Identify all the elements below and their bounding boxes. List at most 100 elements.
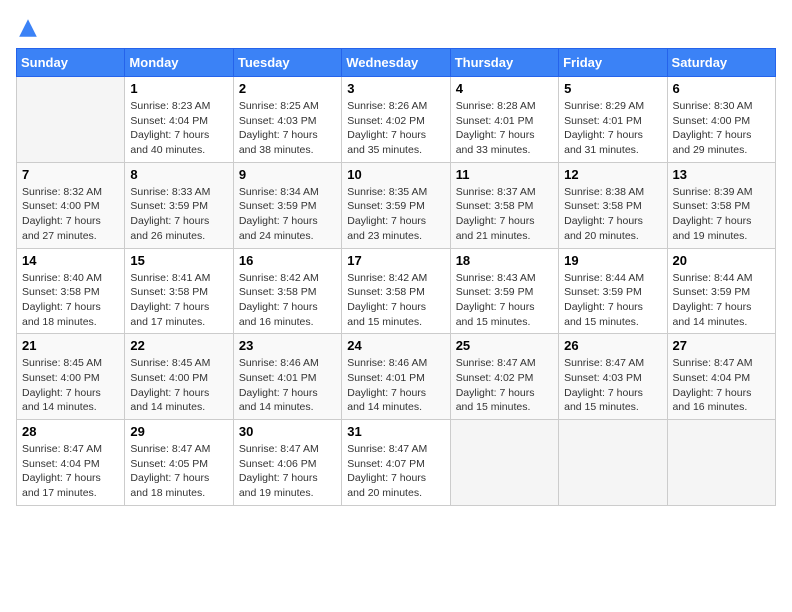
calendar-cell: 4 Sunrise: 8:28 AMSunset: 4:01 PMDaylight… xyxy=(450,77,558,163)
day-number: 6 xyxy=(673,81,770,96)
day-info: Sunrise: 8:38 AMSunset: 3:58 PMDaylight:… xyxy=(564,185,661,244)
day-number: 15 xyxy=(130,253,227,268)
day-info: Sunrise: 8:33 AMSunset: 3:59 PMDaylight:… xyxy=(130,185,227,244)
day-number: 13 xyxy=(673,167,770,182)
calendar-week-row: 7 Sunrise: 8:32 AMSunset: 4:00 PMDaylight… xyxy=(17,162,776,248)
day-info: Sunrise: 8:37 AMSunset: 3:58 PMDaylight:… xyxy=(456,185,553,244)
day-info: Sunrise: 8:44 AMSunset: 3:59 PMDaylight:… xyxy=(673,271,770,330)
calendar-cell: 16 Sunrise: 8:42 AMSunset: 3:58 PMDayligh… xyxy=(233,248,341,334)
day-info: Sunrise: 8:26 AMSunset: 4:02 PMDaylight:… xyxy=(347,99,444,158)
day-info: Sunrise: 8:47 AMSunset: 4:02 PMDaylight:… xyxy=(456,356,553,415)
calendar-cell: 21 Sunrise: 8:45 AMSunset: 4:00 PMDayligh… xyxy=(17,334,125,420)
calendar-week-row: 21 Sunrise: 8:45 AMSunset: 4:00 PMDayligh… xyxy=(17,334,776,420)
calendar-cell: 15 Sunrise: 8:41 AMSunset: 3:58 PMDayligh… xyxy=(125,248,233,334)
calendar-cell: 13 Sunrise: 8:39 AMSunset: 3:58 PMDayligh… xyxy=(667,162,775,248)
day-number: 16 xyxy=(239,253,336,268)
day-info: Sunrise: 8:44 AMSunset: 3:59 PMDaylight:… xyxy=(564,271,661,330)
day-info: Sunrise: 8:43 AMSunset: 3:59 PMDaylight:… xyxy=(456,271,553,330)
day-info: Sunrise: 8:30 AMSunset: 4:00 PMDaylight:… xyxy=(673,99,770,158)
day-number: 19 xyxy=(564,253,661,268)
day-info: Sunrise: 8:23 AMSunset: 4:04 PMDaylight:… xyxy=(130,99,227,158)
calendar-cell: 23Sunrise: 8:46 AMSunset: 4:01 PMDayligh… xyxy=(233,334,341,420)
calendar-cell: 18 Sunrise: 8:43 AMSunset: 3:59 PMDayligh… xyxy=(450,248,558,334)
day-info: Sunrise: 8:42 AMSunset: 3:58 PMDaylight:… xyxy=(239,271,336,330)
calendar-cell: 14 Sunrise: 8:40 AMSunset: 3:58 PMDayligh… xyxy=(17,248,125,334)
calendar-cell: 26 Sunrise: 8:47 AMSunset: 4:03 PMDayligh… xyxy=(559,334,667,420)
weekday-header: Thursday xyxy=(450,49,558,77)
day-number: 7 xyxy=(22,167,119,182)
day-number: 10 xyxy=(347,167,444,182)
day-info: Sunrise: 8:32 AMSunset: 4:00 PMDaylight:… xyxy=(22,185,119,244)
day-number: 14 xyxy=(22,253,119,268)
day-info: Sunrise: 8:47 AMSunset: 4:06 PMDaylight:… xyxy=(239,442,336,501)
calendar-cell: 24 Sunrise: 8:46 AMSunset: 4:01 PMDayligh… xyxy=(342,334,450,420)
day-info: Sunrise: 8:46 AMSunset: 4:01 PMDaylight:… xyxy=(347,356,444,415)
day-info: Sunrise: 8:41 AMSunset: 3:58 PMDaylight:… xyxy=(130,271,227,330)
calendar-cell: 11 Sunrise: 8:37 AMSunset: 3:58 PMDayligh… xyxy=(450,162,558,248)
day-number: 18 xyxy=(456,253,553,268)
logo-icon xyxy=(16,16,40,40)
day-number: 23 xyxy=(239,338,336,353)
day-info: Sunrise: 8:39 AMSunset: 3:58 PMDaylight:… xyxy=(673,185,770,244)
calendar-header-row: SundayMondayTuesdayWednesdayThursdayFrid… xyxy=(17,49,776,77)
day-number: 21 xyxy=(22,338,119,353)
calendar-cell: 2 Sunrise: 8:25 AMSunset: 4:03 PMDaylight… xyxy=(233,77,341,163)
day-number: 12 xyxy=(564,167,661,182)
day-number: 25 xyxy=(456,338,553,353)
calendar-cell xyxy=(667,420,775,506)
calendar-cell: 30Sunrise: 8:47 AMSunset: 4:06 PMDayligh… xyxy=(233,420,341,506)
day-number: 17 xyxy=(347,253,444,268)
day-number: 9 xyxy=(239,167,336,182)
calendar-cell: 5Sunrise: 8:29 AMSunset: 4:01 PMDaylight… xyxy=(559,77,667,163)
calendar-cell: 27 Sunrise: 8:47 AMSunset: 4:04 PMDayligh… xyxy=(667,334,775,420)
calendar-cell xyxy=(450,420,558,506)
weekday-header: Tuesday xyxy=(233,49,341,77)
day-info: Sunrise: 8:47 AMSunset: 4:03 PMDaylight:… xyxy=(564,356,661,415)
day-info: Sunrise: 8:40 AMSunset: 3:58 PMDaylight:… xyxy=(22,271,119,330)
day-info: Sunrise: 8:45 AMSunset: 4:00 PMDaylight:… xyxy=(130,356,227,415)
day-number: 28 xyxy=(22,424,119,439)
page-header xyxy=(16,16,776,40)
day-number: 22 xyxy=(130,338,227,353)
day-info: Sunrise: 8:47 AMSunset: 4:05 PMDaylight:… xyxy=(130,442,227,501)
calendar-cell: 12 Sunrise: 8:38 AMSunset: 3:58 PMDayligh… xyxy=(559,162,667,248)
calendar-cell: 3 Sunrise: 8:26 AMSunset: 4:02 PMDaylight… xyxy=(342,77,450,163)
day-number: 11 xyxy=(456,167,553,182)
day-number: 1 xyxy=(130,81,227,96)
day-info: Sunrise: 8:45 AMSunset: 4:00 PMDaylight:… xyxy=(22,356,119,415)
day-number: 4 xyxy=(456,81,553,96)
day-number: 31 xyxy=(347,424,444,439)
calendar-cell: 22 Sunrise: 8:45 AMSunset: 4:00 PMDayligh… xyxy=(125,334,233,420)
day-info: Sunrise: 8:25 AMSunset: 4:03 PMDaylight:… xyxy=(239,99,336,158)
day-info: Sunrise: 8:47 AMSunset: 4:07 PMDaylight:… xyxy=(347,442,444,501)
weekday-header: Friday xyxy=(559,49,667,77)
day-info: Sunrise: 8:28 AMSunset: 4:01 PMDaylight:… xyxy=(456,99,553,158)
calendar-cell: 29Sunrise: 8:47 AMSunset: 4:05 PMDayligh… xyxy=(125,420,233,506)
calendar-cell: 20 Sunrise: 8:44 AMSunset: 3:59 PMDayligh… xyxy=(667,248,775,334)
calendar-week-row: 28 Sunrise: 8:47 AMSunset: 4:04 PMDayligh… xyxy=(17,420,776,506)
day-number: 20 xyxy=(673,253,770,268)
calendar-cell: 31 Sunrise: 8:47 AMSunset: 4:07 PMDayligh… xyxy=(342,420,450,506)
day-number: 26 xyxy=(564,338,661,353)
day-info: Sunrise: 8:47 AMSunset: 4:04 PMDaylight:… xyxy=(22,442,119,501)
calendar-cell: 19 Sunrise: 8:44 AMSunset: 3:59 PMDayligh… xyxy=(559,248,667,334)
calendar-week-row: 1 Sunrise: 8:23 AMSunset: 4:04 PMDaylight… xyxy=(17,77,776,163)
day-info: Sunrise: 8:29 AMSunset: 4:01 PMDaylight:… xyxy=(564,99,661,158)
weekday-header: Wednesday xyxy=(342,49,450,77)
day-number: 27 xyxy=(673,338,770,353)
calendar-cell: 25 Sunrise: 8:47 AMSunset: 4:02 PMDayligh… xyxy=(450,334,558,420)
day-info: Sunrise: 8:35 AMSunset: 3:59 PMDaylight:… xyxy=(347,185,444,244)
calendar-cell: 9 Sunrise: 8:34 AMSunset: 3:59 PMDaylight… xyxy=(233,162,341,248)
calendar-cell: 28 Sunrise: 8:47 AMSunset: 4:04 PMDayligh… xyxy=(17,420,125,506)
weekday-header: Saturday xyxy=(667,49,775,77)
weekday-header: Monday xyxy=(125,49,233,77)
day-info: Sunrise: 8:34 AMSunset: 3:59 PMDaylight:… xyxy=(239,185,336,244)
day-number: 2 xyxy=(239,81,336,96)
calendar-cell xyxy=(17,77,125,163)
day-number: 24 xyxy=(347,338,444,353)
calendar-cell: 8Sunrise: 8:33 AMSunset: 3:59 PMDaylight… xyxy=(125,162,233,248)
day-number: 3 xyxy=(347,81,444,96)
calendar-table: SundayMondayTuesdayWednesdayThursdayFrid… xyxy=(16,48,776,506)
day-info: Sunrise: 8:47 AMSunset: 4:04 PMDaylight:… xyxy=(673,356,770,415)
calendar-cell xyxy=(559,420,667,506)
